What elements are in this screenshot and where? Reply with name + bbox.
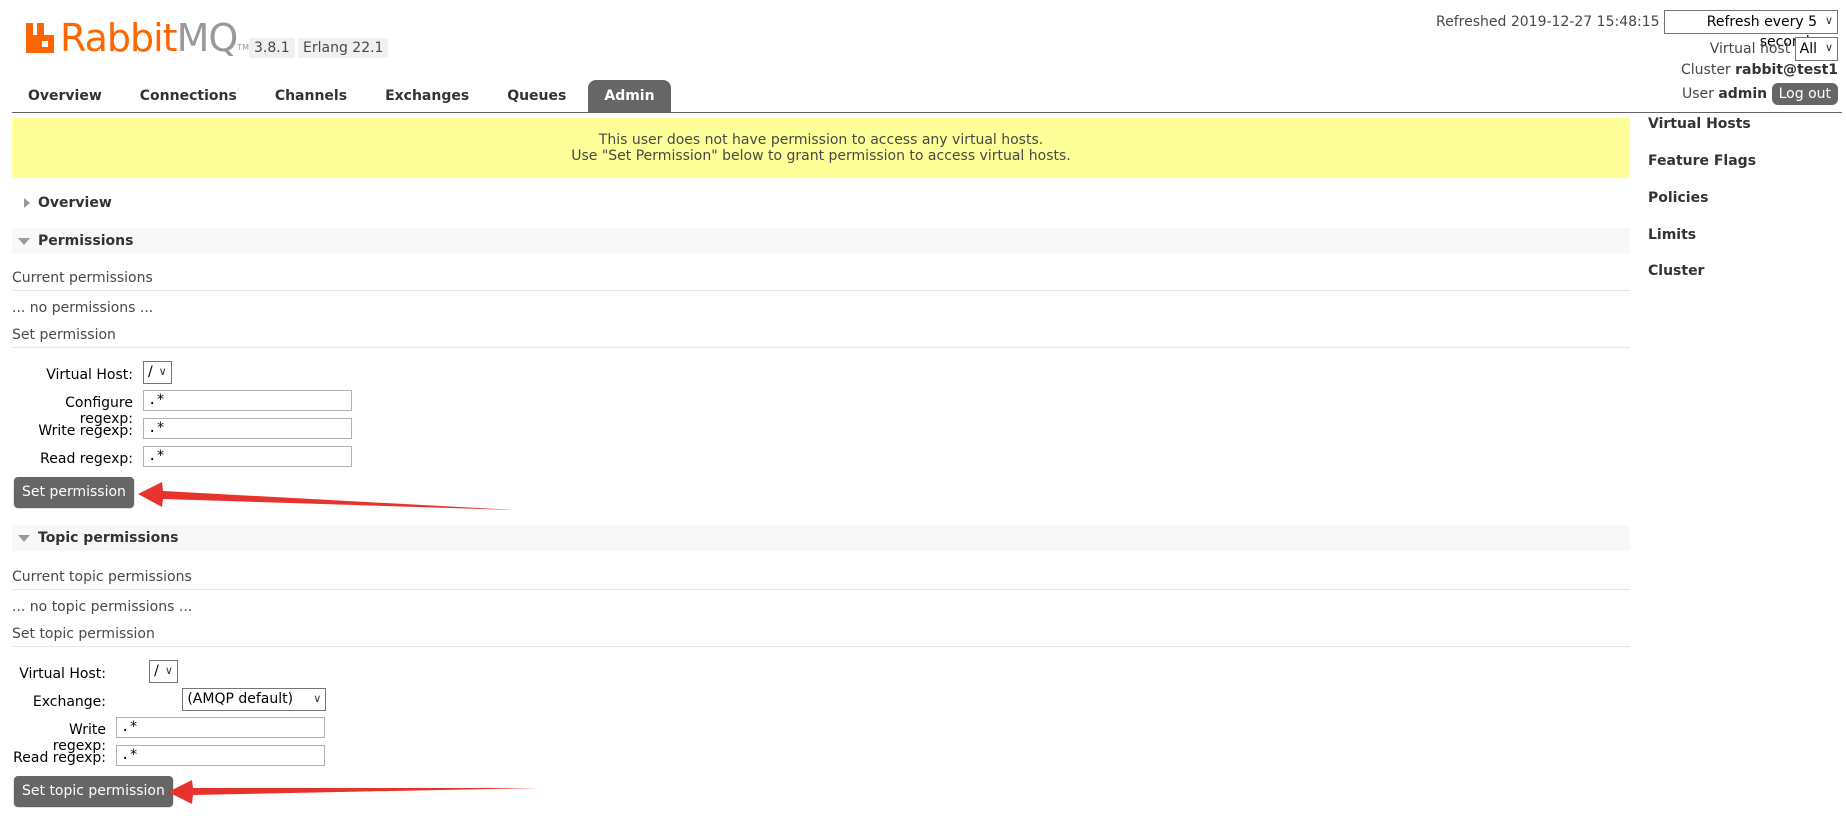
arrow-to-set-topic-permission [168,780,540,804]
arrow-to-set-permission [138,482,515,510]
annotation-arrows [138,482,540,804]
